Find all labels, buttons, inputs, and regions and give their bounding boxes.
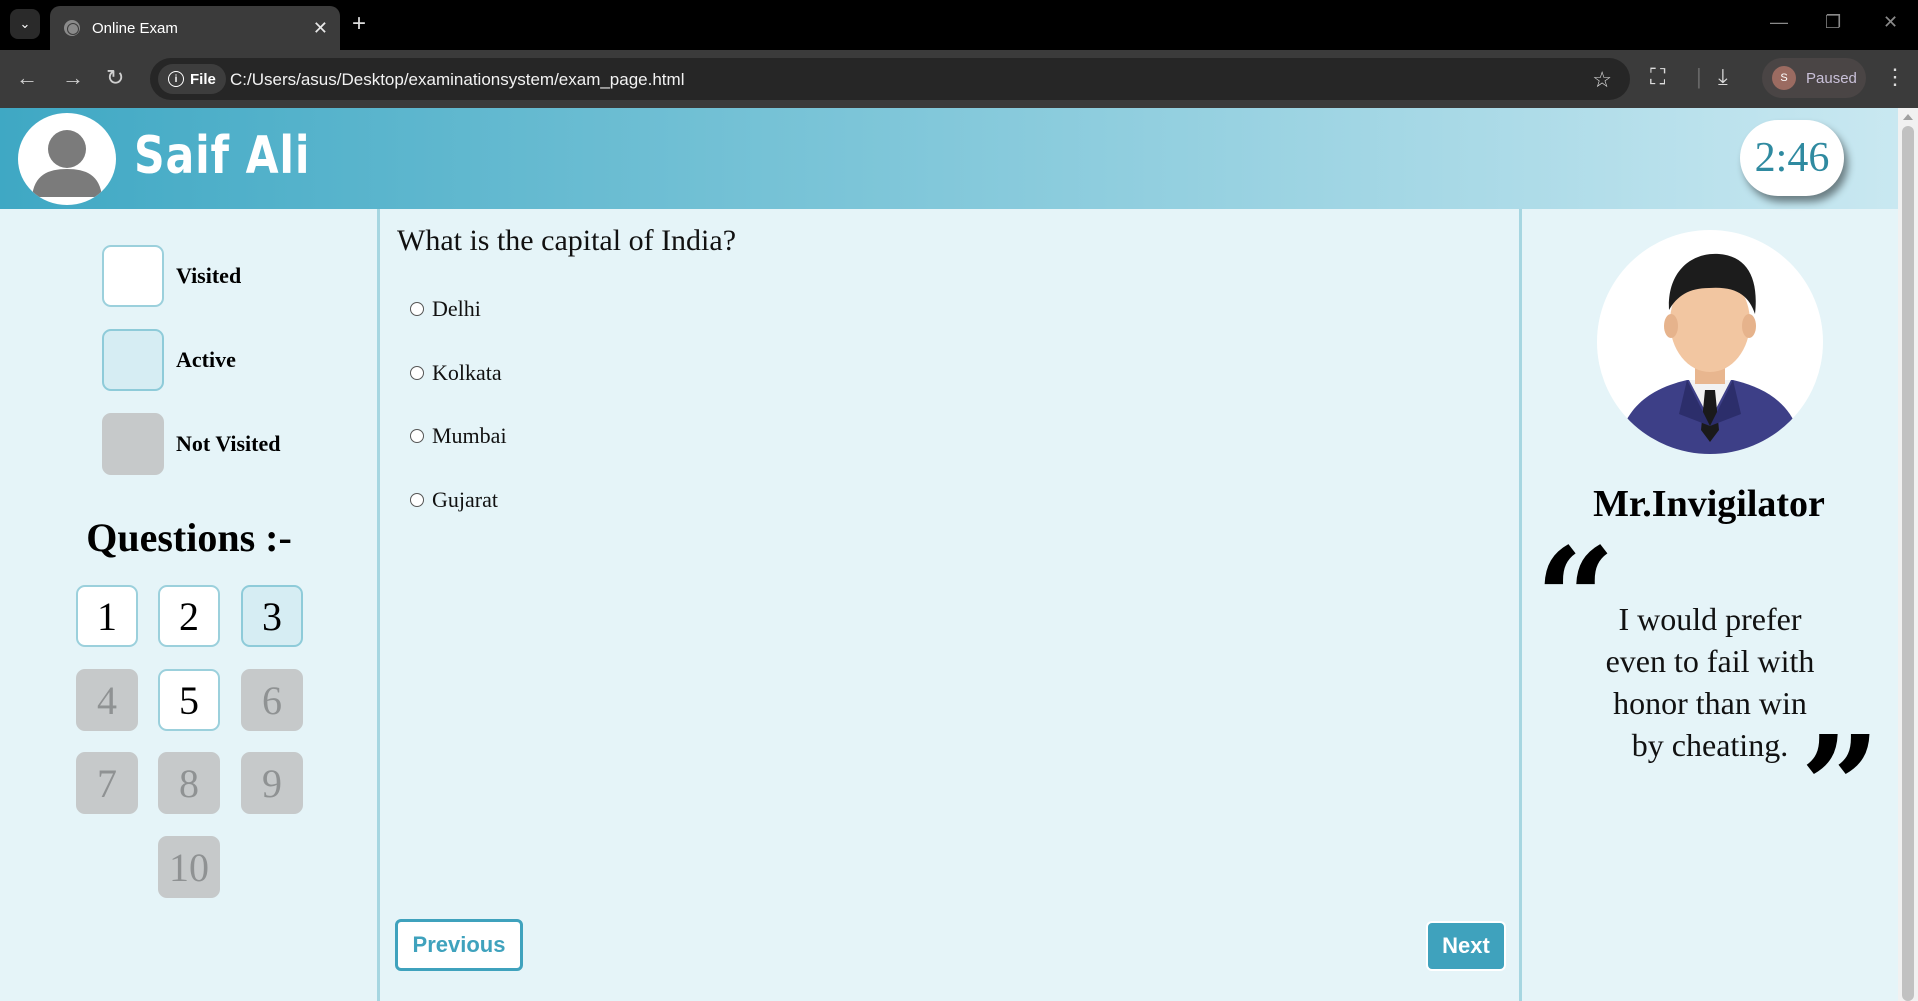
profile-status: Paused	[1806, 69, 1857, 87]
exam-header: Saif Ali 2:46	[0, 108, 1898, 209]
legend-active-label: Active	[176, 347, 236, 372]
question-palette-panel: Visited Active Not Visited Questions :- …	[0, 209, 378, 1001]
question-button-1[interactable]: 1	[76, 585, 138, 647]
scroll-up-arrow-icon[interactable]	[1903, 114, 1913, 120]
forward-icon[interactable]: →	[62, 65, 84, 91]
address-bar[interactable]: i File C:/Users/asus/Desktop/examination…	[150, 58, 1630, 100]
user-silhouette-icon	[32, 130, 102, 197]
legend-active: Active	[102, 329, 236, 391]
page-scrollbar[interactable]	[1898, 108, 1918, 1001]
option-1-radio[interactable]	[410, 302, 424, 316]
quote-line-1: I would prefer	[1618, 601, 1802, 637]
question-text: What is the capital of India?	[397, 224, 737, 257]
option-4-radio[interactable]	[410, 493, 424, 507]
tab-title: Online Exam	[92, 19, 178, 37]
previous-button[interactable]: Previous	[395, 919, 523, 971]
browser-toolbar: ← → ↻ i File C:/Users/asus/Desktop/exami…	[0, 50, 1918, 108]
question-button-2[interactable]: 2	[158, 585, 220, 647]
quote-line-2: even to fail with	[1605, 643, 1815, 679]
globe-icon	[64, 20, 80, 36]
countdown-timer: 2:46	[1740, 120, 1844, 196]
download-icon[interactable]: ⤓	[1718, 64, 1728, 90]
student-name: Saif Ali	[134, 126, 311, 186]
legend-not-visited-swatch	[102, 413, 164, 475]
reload-icon[interactable]: ↻	[106, 65, 124, 91]
minimize-icon[interactable]: —	[1770, 12, 1788, 33]
question-button-5[interactable]: 5	[158, 669, 220, 731]
restore-icon[interactable]: ❐	[1825, 12, 1841, 33]
window-close-icon[interactable]: ✕	[1883, 12, 1898, 33]
site-info-label: File	[190, 70, 216, 88]
option-3[interactable]: Mumbai	[410, 423, 507, 449]
question-button-8[interactable]: 8	[158, 752, 220, 814]
url-text[interactable]: C:/Users/asus/Desktop/examinationsystem/…	[230, 70, 684, 90]
browser-tab[interactable]: Online Exam ✕	[50, 6, 340, 50]
next-button[interactable]: Next	[1426, 921, 1506, 971]
new-tab-icon[interactable]: +	[352, 10, 366, 38]
student-avatar	[18, 113, 116, 205]
back-icon[interactable]: ←	[16, 65, 38, 91]
extensions-icon[interactable]: ⛶	[1650, 64, 1665, 90]
question-button-9[interactable]: 9	[241, 752, 303, 814]
option-1[interactable]: Delhi	[410, 296, 481, 322]
legend-not-visited: Not Visited	[102, 413, 281, 475]
right-divider	[1519, 209, 1522, 1001]
option-3-label: Mumbai	[432, 423, 507, 448]
question-button-4[interactable]: 4	[76, 669, 138, 731]
close-quote-icon: ”	[1800, 706, 1881, 870]
invigilator-avatar	[1597, 230, 1823, 454]
option-4-label: Gujarat	[432, 487, 498, 512]
toolbar-separator: |	[1696, 64, 1702, 89]
question-button-7[interactable]: 7	[76, 752, 138, 814]
legend-active-swatch	[102, 329, 164, 391]
question-button-6[interactable]: 6	[241, 669, 303, 731]
option-2[interactable]: Kolkata	[410, 360, 502, 386]
tab-close-icon[interactable]: ✕	[313, 18, 328, 39]
invigilator-portrait-icon	[1617, 253, 1803, 454]
scrollbar-thumb[interactable]	[1902, 126, 1914, 1001]
tab-search-icon[interactable]: ⌄	[10, 9, 40, 39]
legend-visited-label: Visited	[176, 263, 242, 288]
bookmark-star-icon[interactable]: ☆	[1592, 67, 1612, 93]
legend-visited-swatch	[102, 245, 164, 307]
option-2-label: Kolkata	[432, 360, 502, 385]
question-button-3[interactable]: 3	[241, 585, 303, 647]
option-4[interactable]: Gujarat	[410, 487, 498, 513]
option-1-label: Delhi	[432, 296, 481, 321]
option-2-radio[interactable]	[410, 366, 424, 380]
question-button-10[interactable]: 10	[158, 836, 220, 898]
site-info-chip[interactable]: i File	[158, 64, 226, 94]
browser-menu-icon[interactable]: ⋮	[1884, 64, 1906, 90]
left-divider	[377, 209, 380, 1001]
profile-button[interactable]: S Paused	[1762, 58, 1866, 98]
option-3-radio[interactable]	[410, 429, 424, 443]
info-icon: i	[168, 71, 184, 87]
questions-title: Questions :-	[86, 515, 292, 560]
profile-avatar: S	[1772, 66, 1796, 90]
browser-tab-bar: ⌄ Online Exam ✕ + — ❐ ✕	[0, 0, 1918, 50]
legend-visited: Visited	[102, 245, 241, 307]
legend-not-visited-label: Not Visited	[176, 431, 281, 456]
